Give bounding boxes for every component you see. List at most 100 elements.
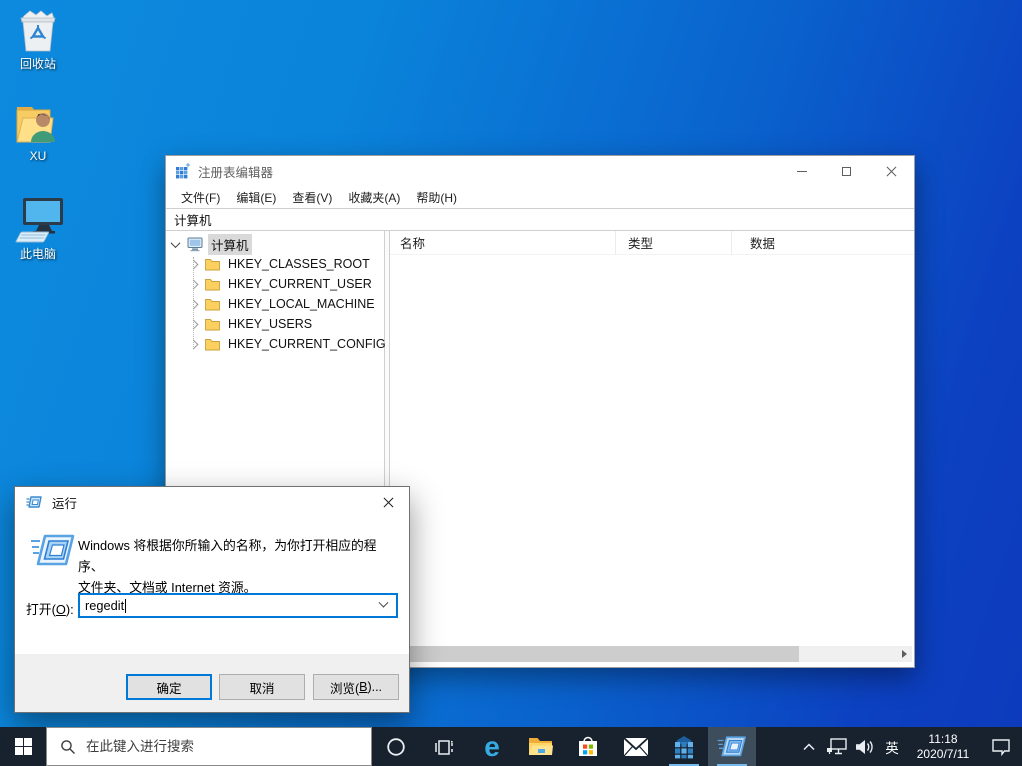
maximize-button[interactable] <box>824 156 869 186</box>
tree-item-hkey-current-user[interactable]: HKEY_CURRENT_USER <box>166 274 384 294</box>
horizontal-scrollbar[interactable] <box>391 646 912 662</box>
run-dialog: 运行 Windows 将根据你所输入的名称，为你打开相应的程序、 文件夹、文档或… <box>14 486 410 713</box>
browse-button[interactable]: 浏览(B)... <box>313 674 399 700</box>
run-description: Windows 将根据你所输入的名称，为你打开相应的程序、 文件夹、文档或 In… <box>78 535 398 598</box>
tree-label[interactable]: HKEY_CLASSES_ROOT <box>225 256 373 272</box>
tree-item-hkey-classes-root[interactable]: HKEY_CLASSES_ROOT <box>166 254 384 274</box>
search-input[interactable] <box>86 739 326 754</box>
tree-label[interactable]: HKEY_CURRENT_USER <box>225 276 375 292</box>
mail-icon <box>624 737 648 756</box>
this-pc-icon <box>7 196 69 244</box>
minimize-button[interactable] <box>779 156 824 186</box>
tree-item-hkey-users[interactable]: HKEY_USERS <box>166 314 384 334</box>
user-folder-icon <box>7 98 69 146</box>
cancel-button[interactable]: 取消 <box>219 674 305 700</box>
taskbar-explorer-button[interactable] <box>516 727 564 766</box>
run-icon <box>717 735 746 756</box>
folder-icon <box>205 278 220 291</box>
desktop-icon-this-pc[interactable]: 此电脑 <box>7 196 69 261</box>
column-header-name[interactable]: 名称 <box>390 231 616 255</box>
edge-icon: e <box>484 730 500 762</box>
tray-volume-button[interactable] <box>850 727 878 766</box>
run-open-label: 打开(O): <box>26 602 74 617</box>
tree-item-hkey-local-machine[interactable]: HKEY_LOCAL_MACHINE <box>166 294 384 314</box>
desktop-icon-label: 回收站 <box>19 57 56 71</box>
regedit-list-pane: 名称 类型 数据 <box>390 231 914 667</box>
tree-item-hkey-current-config[interactable]: HKEY_CURRENT_CONFIG <box>166 334 386 354</box>
chevron-right-icon[interactable] <box>188 259 199 269</box>
menu-file[interactable]: 文件(F) <box>173 186 228 208</box>
text-cursor <box>125 598 127 613</box>
chevron-right-icon[interactable] <box>188 279 199 289</box>
close-button[interactable] <box>869 156 914 186</box>
desktop-background: 回收站 XU 此电脑 注册表编辑器 文件(F) 编辑(E) 查看(V) 收藏夹(… <box>0 0 1022 766</box>
chevron-down-icon[interactable] <box>378 597 389 608</box>
taskbar-mail-button[interactable] <box>612 727 660 766</box>
file-explorer-icon <box>528 738 553 755</box>
taskbar-run-button[interactable] <box>708 727 756 766</box>
chevron-down-icon[interactable] <box>170 237 181 248</box>
taskbar-search-box[interactable] <box>46 727 372 766</box>
menu-edit[interactable]: 编辑(E) <box>228 186 284 208</box>
tray-network-button[interactable] <box>822 727 850 766</box>
chevron-up-icon <box>803 742 815 750</box>
menu-help[interactable]: 帮助(H) <box>408 186 465 208</box>
start-button[interactable] <box>0 727 46 766</box>
regedit-icon <box>675 735 693 758</box>
folder-icon <box>205 258 220 271</box>
run-description-line1: Windows 将根据你所输入的名称，为你打开相应的程序、 <box>78 538 377 574</box>
run-big-icon <box>30 531 76 574</box>
close-icon <box>383 497 394 508</box>
tray-clock[interactable]: 11:18 2020/7/11 <box>906 727 980 766</box>
column-header-type[interactable]: 类型 <box>616 231 732 255</box>
tray-show-hidden-icons-button[interactable] <box>796 727 822 766</box>
cortana-icon <box>387 737 405 756</box>
scrollbar-thumb[interactable] <box>407 646 799 662</box>
run-input-value: regedit <box>85 598 125 613</box>
run-open-input[interactable]: regedit <box>78 593 398 618</box>
chevron-right-icon[interactable] <box>188 299 199 309</box>
speaker-icon <box>856 739 873 754</box>
menu-view[interactable]: 查看(V) <box>284 186 340 208</box>
taskbar-store-button[interactable] <box>564 727 612 766</box>
run-close-button[interactable] <box>367 487 409 517</box>
taskbar-regedit-button[interactable] <box>660 727 708 766</box>
scroll-right-icon[interactable] <box>896 646 912 662</box>
minimize-icon <box>796 170 807 172</box>
tree-label-computer[interactable]: 计算机 <box>208 233 252 255</box>
ok-button[interactable]: 确定 <box>126 674 212 700</box>
taskbar: e <box>0 727 1022 766</box>
tray-action-center-button[interactable] <box>980 727 1022 766</box>
notification-icon <box>992 738 1010 756</box>
folder-icon <box>205 318 220 331</box>
tree-label[interactable]: HKEY_CURRENT_CONFIG <box>225 336 389 352</box>
network-icon <box>826 738 847 755</box>
regedit-titlebar: 注册表编辑器 <box>166 156 914 186</box>
regedit-address-bar[interactable]: 计算机 <box>166 208 914 231</box>
taskbar-task-view-button[interactable] <box>420 727 468 766</box>
desktop-icon-user-folder[interactable]: XU <box>7 98 69 163</box>
regedit-window-title: 注册表编辑器 <box>198 165 274 180</box>
tray-time: 11:18 <box>928 731 958 746</box>
menu-favorites[interactable]: 收藏夹(A) <box>340 186 408 208</box>
column-header-data[interactable]: 数据 <box>732 231 914 255</box>
run-app-icon <box>26 495 43 509</box>
chevron-right-icon[interactable] <box>188 319 199 329</box>
regedit-app-icon <box>175 163 191 179</box>
taskbar-cortana-button[interactable] <box>372 727 420 766</box>
store-icon <box>579 736 597 756</box>
desktop-icon-label: 此电脑 <box>19 247 56 261</box>
regedit-menubar: 文件(F) 编辑(E) 查看(V) 收藏夹(A) 帮助(H) <box>166 186 914 208</box>
desktop-icon-label: XU <box>29 149 47 163</box>
desktop-icon-recycle-bin[interactable]: 回收站 <box>7 6 69 71</box>
close-icon <box>886 166 897 177</box>
tree-label[interactable]: HKEY_USERS <box>225 316 315 332</box>
folder-icon <box>205 338 220 351</box>
tree-label[interactable]: HKEY_LOCAL_MACHINE <box>225 296 378 312</box>
chevron-right-icon[interactable] <box>188 339 199 349</box>
tray-language-indicator[interactable]: 英 <box>878 727 906 766</box>
tree-item-computer[interactable]: 计算机 <box>166 233 384 255</box>
taskbar-edge-button[interactable]: e <box>468 727 516 766</box>
tray-date: 2020/7/11 <box>916 746 970 761</box>
folder-icon <box>205 298 220 311</box>
